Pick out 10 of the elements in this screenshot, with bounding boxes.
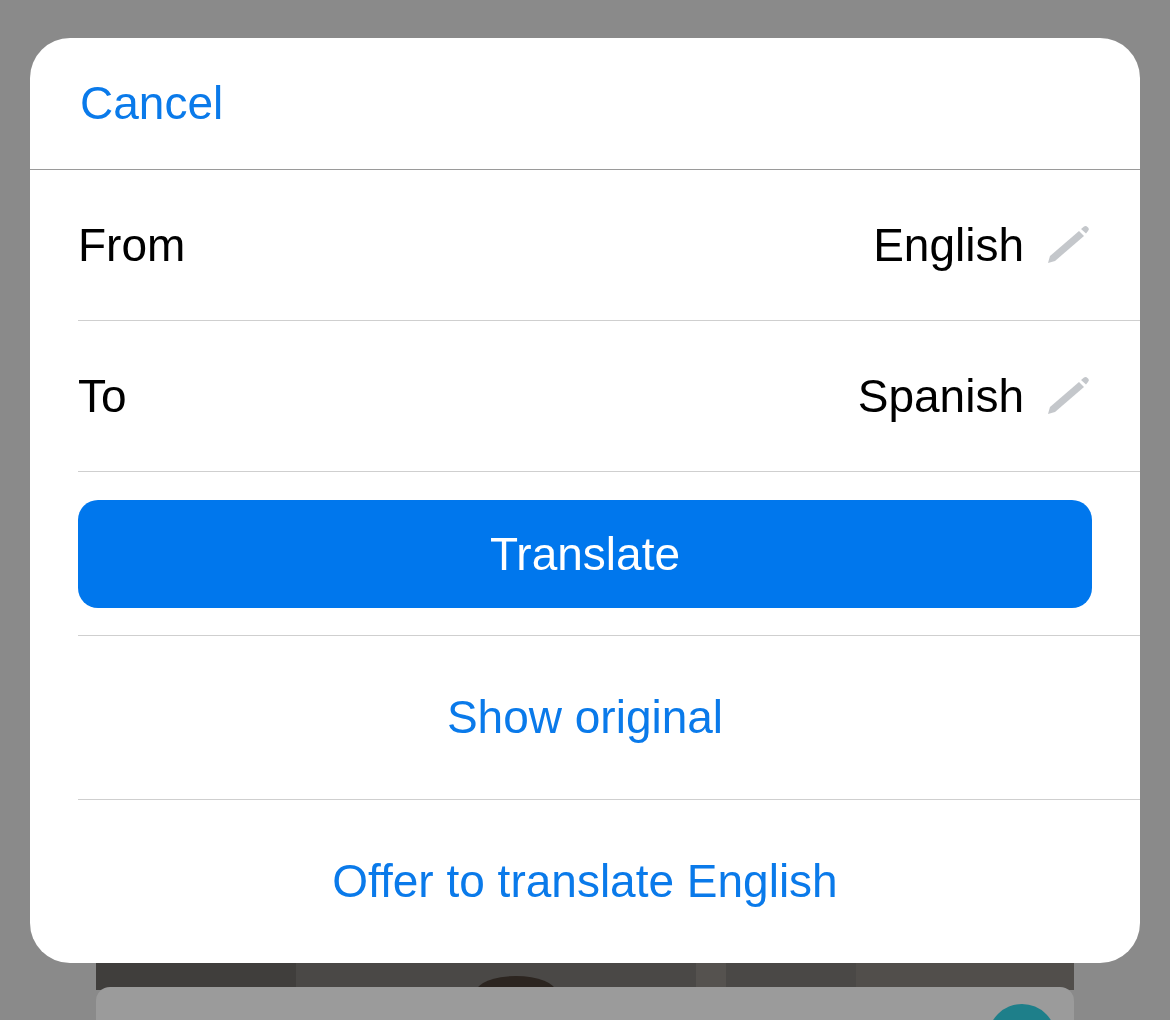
action-link[interactable]: Show original [446,689,724,746]
language-picker[interactable]: English [873,210,1090,280]
field-label: To [78,368,127,424]
field-label: From [78,217,186,273]
pencil-icon [1046,225,1090,265]
translate-button[interactable]: Translate [78,500,1092,608]
pencil-icon [1046,376,1090,416]
cancel-button[interactable]: Cancel [80,75,224,132]
language-picker[interactable]: Spanish [857,361,1090,431]
action-link[interactable]: Offer to translate English [332,854,838,910]
